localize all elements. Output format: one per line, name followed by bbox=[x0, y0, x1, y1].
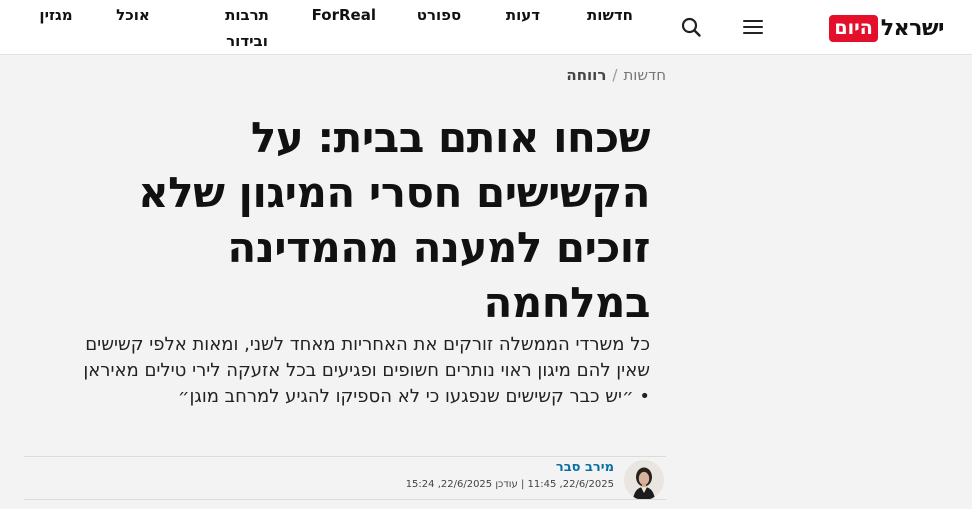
logo-word: ישראל bbox=[880, 15, 945, 41]
hamburger-menu-icon[interactable] bbox=[740, 15, 766, 39]
byline-divider-bottom bbox=[24, 499, 666, 500]
site-logo[interactable]: ישראל היום bbox=[829, 13, 945, 43]
breadcrumb-separator: / bbox=[612, 66, 618, 84]
breadcrumb-welfare[interactable]: רווחה bbox=[566, 66, 606, 84]
site-header: ישראל היום חדשות דעות ספורט ForReal תרבו… bbox=[0, 0, 972, 55]
article-title: שכחו אותם בבית: על הקשישים חסרי המיגון ש… bbox=[138, 113, 650, 327]
search-icon[interactable] bbox=[680, 16, 702, 38]
breadcrumb-news[interactable]: חדשות bbox=[623, 66, 666, 84]
nav-item-culture[interactable]: תרבות ובידור bbox=[218, 2, 276, 54]
nav-item-forreal[interactable]: ForReal bbox=[312, 2, 376, 28]
logo-badge: היום bbox=[829, 14, 878, 42]
nav-item-news[interactable]: חדשות bbox=[584, 2, 636, 28]
author-name-link[interactable]: מירב סבר bbox=[556, 460, 614, 475]
article-subtitle: כל משרדי הממשלה זורקים את האחריות מאחד ל… bbox=[83, 334, 650, 407]
breadcrumb: חדשות / רווחה bbox=[566, 66, 666, 84]
nav-item-magazine[interactable]: מגזין bbox=[32, 2, 80, 28]
nav-item-sport[interactable]: ספורט bbox=[412, 2, 466, 28]
byline-divider-top bbox=[24, 456, 666, 457]
nav-item-opinions[interactable]: דעות bbox=[500, 2, 546, 28]
author-avatar[interactable] bbox=[624, 460, 664, 500]
publish-dates: 22/6/2025, 11:45 | עודכן 22/6/2025, 15:2… bbox=[405, 479, 614, 490]
nav-item-food[interactable]: אוכל bbox=[112, 2, 154, 28]
